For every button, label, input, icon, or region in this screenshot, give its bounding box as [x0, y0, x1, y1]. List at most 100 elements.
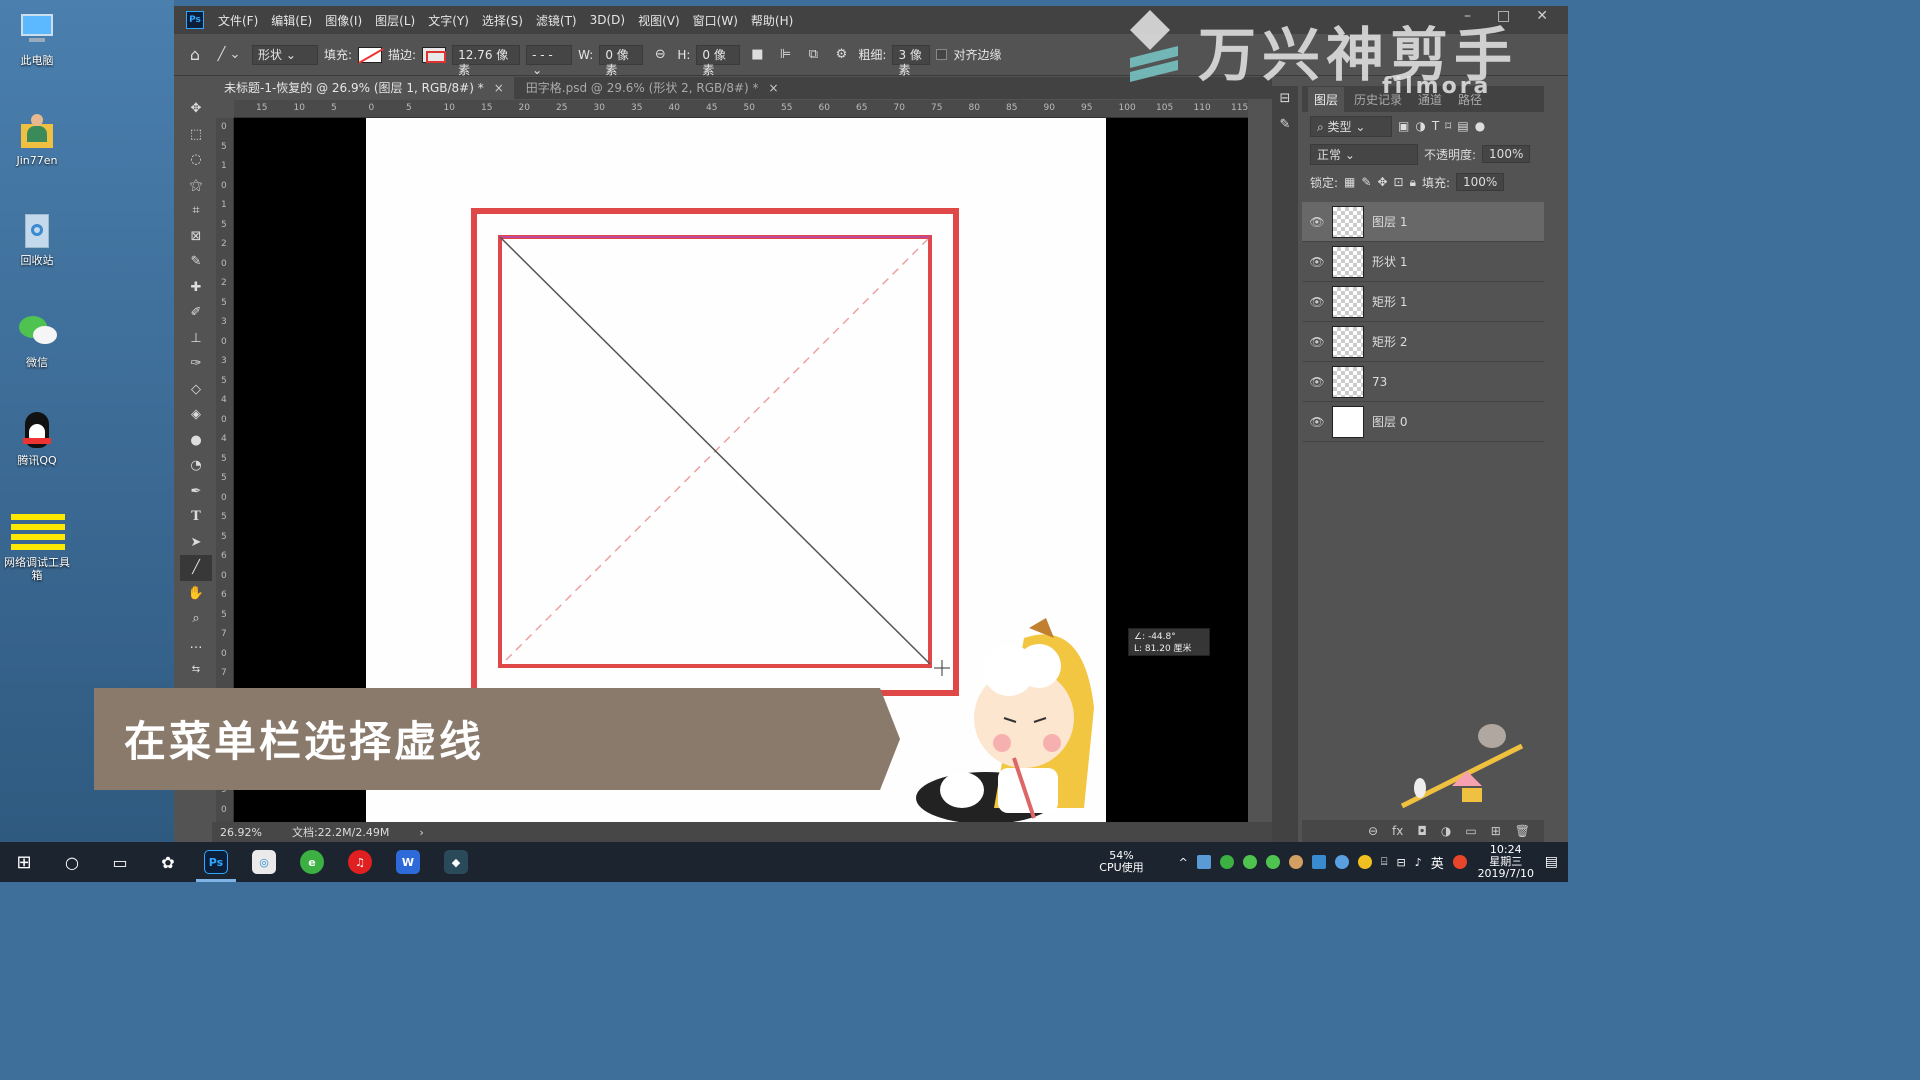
close-tab-icon[interactable]: ×: [494, 81, 504, 95]
lock-brush-icon[interactable]: ✎: [1361, 175, 1371, 189]
line-tool-preset-icon[interactable]: ╱ ⌄: [212, 44, 246, 66]
notification-icon[interactable]: ▤: [1545, 854, 1558, 870]
fx-icon[interactable]: fx: [1392, 824, 1403, 838]
gear-icon[interactable]: ⚙: [830, 44, 852, 66]
desktop-icon-qq[interactable]: 腾讯QQ: [4, 410, 70, 467]
task-view-icon[interactable]: ▭: [96, 842, 144, 882]
brush-settings-icon[interactable]: ✎: [1272, 112, 1298, 138]
menu-file[interactable]: 文件(F): [218, 12, 258, 29]
history-brush-tool-icon[interactable]: ✑: [180, 351, 212, 377]
layer-row[interactable]: 👁︎ 73: [1302, 362, 1544, 402]
windows-start-icon[interactable]: ⊞: [0, 842, 48, 882]
menu-type[interactable]: 文字(Y): [428, 12, 469, 29]
opacity-input[interactable]: 100%: [1482, 145, 1531, 163]
tab-tianzige[interactable]: 田字格.psd @ 29.6% (形状 2, RGB/8#) * ×: [513, 77, 789, 99]
tab-untitled-1[interactable]: 未标题-1-恢复的 @ 26.9% (图层 1, RGB/8#) * ×: [212, 77, 514, 99]
smart-object-filter-icon[interactable]: ▤: [1457, 119, 1468, 133]
stamp-tool-icon[interactable]: ⊥: [180, 326, 212, 352]
tool-mode-select[interactable]: 形状 ⌄: [252, 44, 318, 65]
lock-artboard-icon[interactable]: ⊡: [1394, 175, 1404, 189]
dodge-tool-icon[interactable]: ◔: [180, 453, 212, 479]
new-group-icon[interactable]: ▭: [1465, 824, 1476, 838]
eye-icon[interactable]: 👁︎: [1302, 375, 1332, 389]
close-tab-icon[interactable]: ×: [769, 81, 779, 95]
home-icon[interactable]: ⌂: [184, 44, 206, 66]
layer-row[interactable]: 👁︎ 矩形 1: [1302, 282, 1544, 322]
trash-icon[interactable]: 🗑︎: [1515, 824, 1530, 838]
align-edges-checkbox[interactable]: [936, 49, 948, 60]
healing-tool-icon[interactable]: ✚: [180, 275, 212, 301]
type-filter-icon[interactable]: T: [1432, 119, 1439, 133]
tray-browser-icon[interactable]: [1219, 855, 1234, 869]
stroke-swatch[interactable]: [422, 46, 447, 63]
tray-star-icon[interactable]: [1357, 855, 1372, 869]
more-tools-icon[interactable]: …: [180, 632, 212, 658]
lock-all-icon[interactable]: 🔒︎: [1410, 175, 1416, 190]
tray-cookie-icon[interactable]: [1288, 855, 1303, 869]
ime-indicator[interactable]: 英: [1431, 853, 1444, 872]
eye-icon[interactable]: 👁︎: [1302, 215, 1332, 229]
stroke-width-input[interactable]: 12.76 像素: [452, 44, 521, 77]
taskbar-app-2[interactable]: ◎: [240, 842, 288, 882]
show-hidden-icons-icon[interactable]: ^: [1179, 856, 1188, 869]
lock-position-icon[interactable]: ✥: [1377, 175, 1387, 189]
eye-icon[interactable]: 👁︎: [1302, 295, 1332, 309]
height-input[interactable]: 0 像素: [696, 44, 741, 77]
menu-filter[interactable]: 滤镜(T): [536, 12, 577, 29]
menu-help[interactable]: 帮助(H): [751, 12, 793, 29]
search-icon[interactable]: ○: [48, 842, 96, 882]
brush-tool-icon[interactable]: ✐: [180, 300, 212, 326]
status-arrow-icon[interactable]: ›: [419, 826, 423, 839]
desktop-icon-recycle-bin[interactable]: 回收站: [4, 210, 70, 267]
menu-edit[interactable]: 编辑(E): [271, 12, 312, 29]
image-filter-icon[interactable]: ▣: [1398, 119, 1409, 133]
layer-row[interactable]: 👁︎ 形状 1: [1302, 242, 1544, 282]
fill-swatch[interactable]: [358, 46, 383, 63]
path-alignment-icon[interactable]: ⊫: [774, 44, 796, 66]
desktop-icon-wechat[interactable]: 微信: [4, 312, 70, 369]
taskbar-photoshop[interactable]: Ps: [192, 842, 240, 882]
stroke-type-dashed-select[interactable]: - - - ⌄: [526, 44, 573, 77]
eye-icon[interactable]: 👁︎: [1302, 335, 1332, 349]
link-icon[interactable]: ⊖: [649, 44, 671, 66]
menu-layer[interactable]: 图层(L): [375, 12, 415, 29]
adjustment-layer-icon[interactable]: ◑: [1441, 824, 1451, 838]
blend-mode-select[interactable]: 正常 ⌄: [1310, 143, 1418, 165]
taskbar-app-5[interactable]: W: [384, 842, 432, 882]
layer-row[interactable]: 👁︎ 矩形 2: [1302, 322, 1544, 362]
eyedropper-tool-icon[interactable]: ✎: [180, 249, 212, 275]
pen-tool-icon[interactable]: ✒: [180, 479, 212, 505]
desktop-icon-user[interactable]: Jin77en: [4, 110, 70, 167]
shape-filter-icon[interactable]: ⌑: [1445, 119, 1451, 133]
hand-tool-icon[interactable]: ✋: [180, 581, 212, 607]
line-tool-icon[interactable]: ╱: [180, 555, 212, 581]
blur-tool-icon[interactable]: ●: [180, 428, 212, 454]
swap-colors-icon[interactable]: ⇆: [180, 657, 212, 683]
paint-bucket-tool-icon[interactable]: ◈: [180, 402, 212, 428]
lock-transparent-icon[interactable]: ▦: [1344, 175, 1355, 189]
path-operations-icon[interactable]: ■: [746, 44, 768, 66]
desktop-icon-this-pc[interactable]: 此电脑: [4, 10, 70, 67]
sogou-ime-icon[interactable]: [1452, 855, 1467, 869]
fill-input[interactable]: 100%: [1456, 173, 1505, 191]
eraser-tool-icon[interactable]: ◇: [180, 377, 212, 403]
new-layer-icon[interactable]: ⊞: [1491, 824, 1501, 838]
menu-select[interactable]: 选择(S): [482, 12, 523, 29]
frame-tool-icon[interactable]: ⊠: [180, 224, 212, 250]
clock[interactable]: 10:24 星期三 2019/7/10: [1476, 844, 1536, 880]
layer-row[interactable]: 👁︎ 图层 0: [1302, 402, 1544, 442]
tray-wechat-work-icon[interactable]: [1265, 855, 1280, 869]
menu-image[interactable]: 图像(I): [325, 12, 362, 29]
weight-input[interactable]: 3 像素: [892, 44, 931, 77]
move-tool-icon[interactable]: ✥: [180, 96, 212, 122]
taskbar-app-6[interactable]: ◆: [432, 842, 480, 882]
magic-wand-tool-icon[interactable]: ⚝: [180, 173, 212, 199]
pinwheel-app-icon[interactable]: ✿: [144, 842, 192, 882]
marquee-tool-icon[interactable]: ⬚: [180, 122, 212, 148]
path-selection-tool-icon[interactable]: ➤: [180, 530, 212, 556]
menu-3d[interactable]: 3D(D): [590, 13, 625, 27]
path-arrangement-icon[interactable]: ⧉: [802, 44, 824, 66]
desktop-icon-network-tools[interactable]: 网络调试工具箱: [4, 512, 70, 582]
taskbar-app-4[interactable]: ♫: [336, 842, 384, 882]
filter-toggle-icon[interactable]: ●: [1475, 119, 1485, 133]
